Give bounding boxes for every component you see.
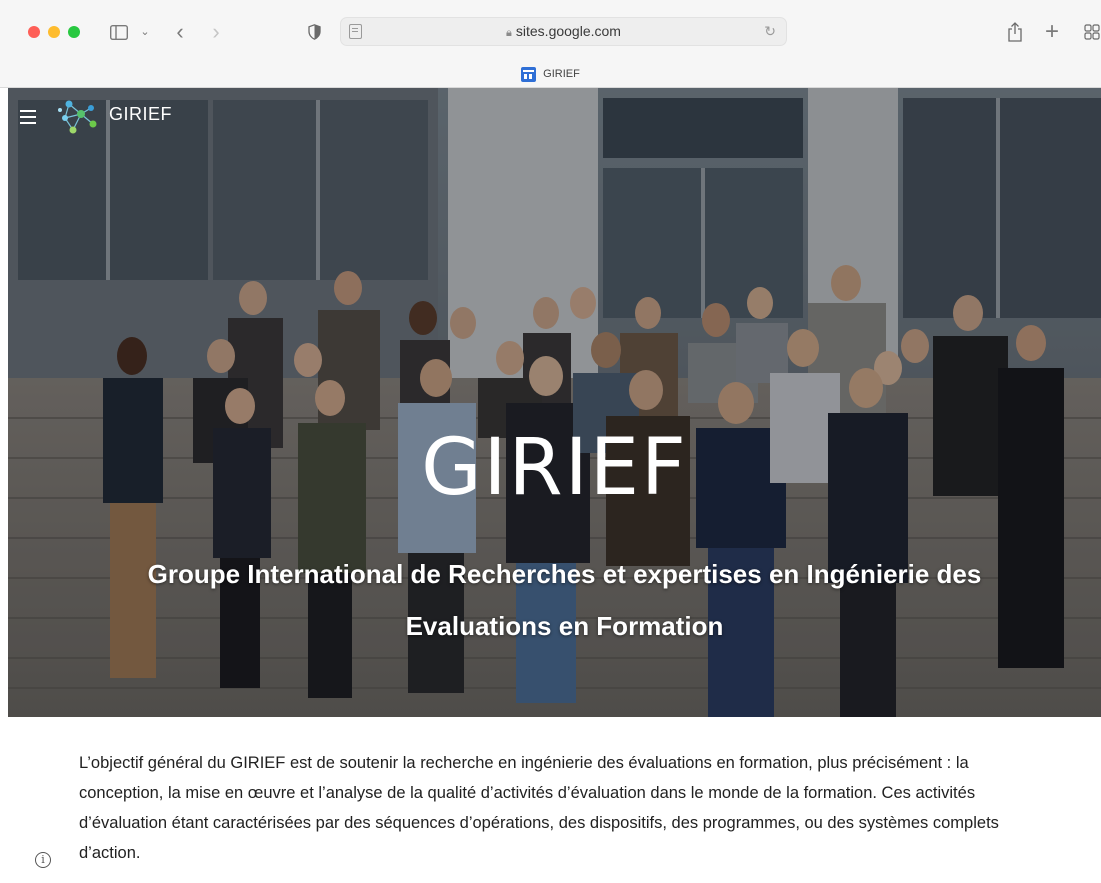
shield-icon[interactable] xyxy=(304,20,324,44)
window-controls xyxy=(28,26,80,38)
share-icon[interactable] xyxy=(1005,20,1025,44)
address-text: sites.google.com xyxy=(515,23,621,39)
tab-grid-icon[interactable] xyxy=(1082,20,1101,44)
info-icon[interactable]: i xyxy=(35,852,51,868)
menu-icon[interactable] xyxy=(20,110,36,124)
plus-icon[interactable]: + xyxy=(1042,20,1062,44)
hero-banner: GIRIEF GIRIEF Groupe International de Re… xyxy=(8,88,1101,717)
forward-arrow-icon[interactable]: › xyxy=(206,20,226,44)
lock-icon: 🔒︎ xyxy=(506,27,512,39)
browser-toolbar: ⌄ ‹ › 🔒︎ sites.google.com ↻ + GIRIEF xyxy=(0,0,1101,88)
site-name[interactable]: GIRIEF xyxy=(109,104,172,125)
hero-subtitle: Groupe International de Recherches et ex… xyxy=(147,559,982,641)
chevron-down-icon[interactable]: ⌄ xyxy=(138,20,152,44)
hero-title: GIRIEF xyxy=(421,423,688,513)
intro-paragraph: L’objectif général du GIRIEF est de sout… xyxy=(79,754,999,862)
sidebar-icon[interactable] xyxy=(108,20,130,44)
girief-logo-icon[interactable] xyxy=(55,96,99,136)
minimize-window-button[interactable] xyxy=(48,26,60,38)
reload-icon[interactable]: ↻ xyxy=(764,23,776,40)
close-window-button[interactable] xyxy=(28,26,40,38)
back-arrow-icon[interactable]: ‹ xyxy=(170,20,190,44)
maximize-window-button[interactable] xyxy=(68,26,80,38)
active-tab[interactable]: GIRIEF xyxy=(0,62,1101,86)
site-favicon-icon xyxy=(521,66,537,82)
address-bar[interactable]: 🔒︎ sites.google.com ↻ xyxy=(340,17,787,46)
tab-title: GIRIEF xyxy=(543,68,580,80)
